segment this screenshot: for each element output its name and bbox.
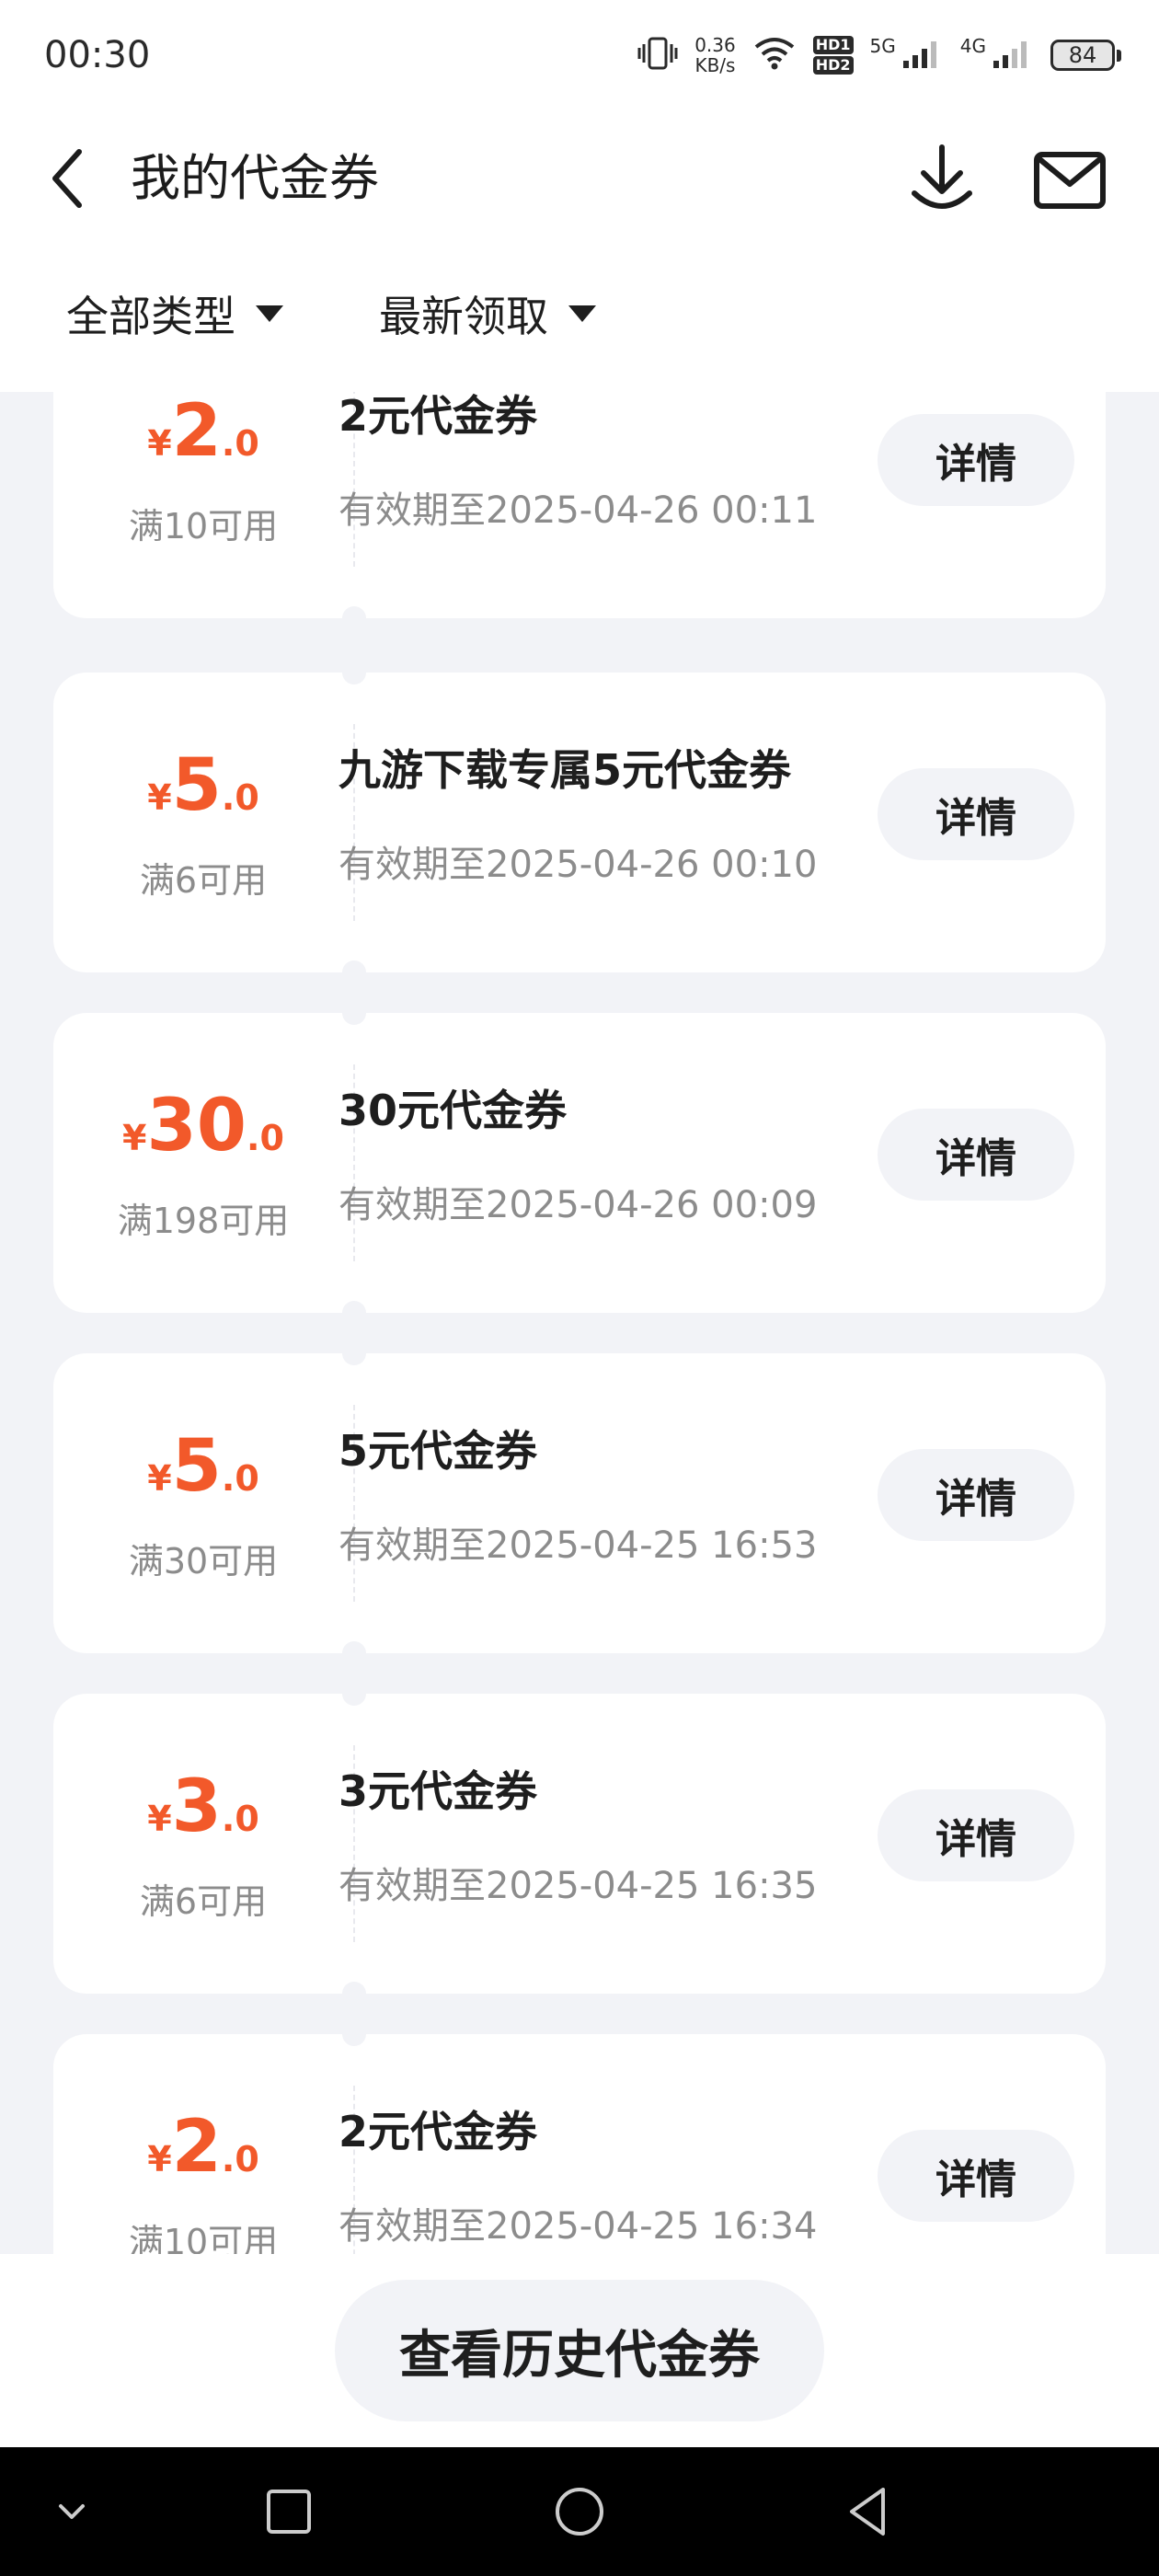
circle-icon [556, 2488, 603, 2536]
filter-bar: 全部类型 最新领取 [0, 245, 1159, 392]
caret-down-icon [568, 305, 596, 322]
square-icon [267, 2490, 311, 2534]
coupon-card: ¥5.0 满30可用 5元代金券 有效期至2025-04-25 16:53 详情 [53, 1341, 1106, 1665]
coupon-expiry: 有效期至2025-04-25 16:35 [339, 1865, 818, 1907]
nav-back-button[interactable] [832, 2475, 905, 2548]
coupon-title: 3元代金券 [339, 1766, 538, 1816]
coupon-condition: 满30可用 [128, 1541, 279, 1581]
coupon-title: 5元代金券 [339, 1426, 538, 1476]
coupon-card: ¥30.0 满198可用 30元代金券 有效期至2025-04-26 00:09… [53, 1001, 1106, 1325]
status-icons: 0.36 KB/s HD1 HD2 5G 4G 84 [637, 34, 1121, 76]
battery-icon: 84 [1050, 40, 1121, 71]
status-time: 00:30 [44, 34, 151, 76]
coupon-list[interactable]: ¥2.0 满10可用 2元代金券 有效期至2025-04-26 00:11 详情… [0, 392, 1159, 2254]
coupon-condition: 满198可用 [117, 1201, 290, 1241]
coupon-amount: ¥5.0 满6可用 [53, 744, 353, 903]
download-icon [912, 144, 972, 209]
bottom-action-bar: 查看历史代金券 [0, 2254, 1159, 2447]
filter-type-dropdown[interactable]: 全部类型 [66, 283, 283, 344]
header: 我的代金券 [0, 110, 1159, 245]
status-bar: 00:30 0.36 KB/s HD1 HD2 5G 4G 84 [0, 0, 1159, 110]
coupon-condition: 满6可用 [139, 1881, 268, 1922]
vibrate-icon [637, 35, 678, 75]
coupon-card: ¥5.0 满6可用 九游下载专属5元代金券 有效期至2025-04-26 00:… [53, 661, 1106, 984]
back-button[interactable] [40, 142, 92, 215]
coupon-card: ¥2.0 满10可用 2元代金券 有效期至2025-04-25 16:34 详情 [53, 2022, 1106, 2254]
coupon-card: ¥3.0 满6可用 3元代金券 有效期至2025-04-25 16:35 详情 [53, 1682, 1106, 2006]
detail-button[interactable]: 详情 [878, 2130, 1074, 2222]
chevron-down-icon [59, 2504, 85, 2519]
nav-recents-button[interactable] [252, 2475, 326, 2548]
detail-button[interactable]: 详情 [878, 1109, 1074, 1201]
coupon-condition: 满10可用 [128, 506, 279, 546]
detail-button[interactable]: 详情 [878, 1449, 1074, 1541]
hd-icon: HD1 HD2 [812, 36, 854, 75]
coupon-expiry: 有效期至2025-04-26 00:09 [339, 1184, 818, 1226]
coupon-expiry: 有效期至2025-04-26 00:10 [339, 844, 818, 886]
detail-button[interactable]: 详情 [878, 1789, 1074, 1881]
coupon-condition: 满10可用 [128, 2222, 279, 2254]
coupon-title: 九游下载专属5元代金券 [339, 745, 792, 795]
coupon-expiry: 有效期至2025-04-26 00:11 [339, 489, 818, 532]
nav-hide-button[interactable] [35, 2475, 109, 2548]
coupon-amount: ¥2.0 满10可用 [53, 2106, 353, 2254]
coupon-amount: ¥30.0 满198可用 [53, 1085, 353, 1243]
signal-icon-2 [992, 37, 1034, 74]
mail-icon [1034, 152, 1106, 209]
coupon-expiry: 有效期至2025-04-25 16:34 [339, 2205, 818, 2248]
caret-down-icon [256, 305, 283, 322]
coupon-amount: ¥3.0 满6可用 [53, 1765, 353, 1924]
mail-button[interactable] [1028, 144, 1111, 217]
coupon-title: 2元代金券 [339, 2107, 538, 2156]
coupon-title: 30元代金券 [339, 1086, 568, 1135]
wifi-icon [752, 36, 797, 75]
system-nav-bar [0, 2447, 1159, 2576]
filter-sort-dropdown[interactable]: 最新领取 [379, 283, 596, 344]
back-arrow-icon [52, 149, 82, 208]
detail-button[interactable]: 详情 [878, 768, 1074, 860]
page-title: 我的代金券 [131, 149, 379, 207]
triangle-back-icon [850, 2488, 885, 2536]
view-history-button[interactable]: 查看历史代金券 [335, 2280, 824, 2421]
filter-type-label: 全部类型 [66, 292, 235, 341]
signal-icon-1 [901, 37, 944, 74]
coupon-condition: 满6可用 [139, 860, 268, 901]
coupon-title: 2元代金券 [339, 392, 538, 441]
download-button[interactable] [903, 140, 981, 217]
detail-button[interactable]: 详情 [878, 414, 1074, 506]
net-speed: 0.36 KB/s [694, 34, 736, 76]
nav-home-button[interactable] [543, 2475, 616, 2548]
coupon-amount: ¥5.0 满30可用 [53, 1425, 353, 1583]
filter-sort-label: 最新领取 [379, 292, 548, 341]
coupon-card: ¥2.0 满10可用 2元代金券 有效期至2025-04-26 00:11 详情 [53, 392, 1106, 630]
coupon-amount: ¥2.0 满10可用 [53, 392, 353, 548]
coupon-expiry: 有效期至2025-04-25 16:53 [339, 1524, 818, 1567]
